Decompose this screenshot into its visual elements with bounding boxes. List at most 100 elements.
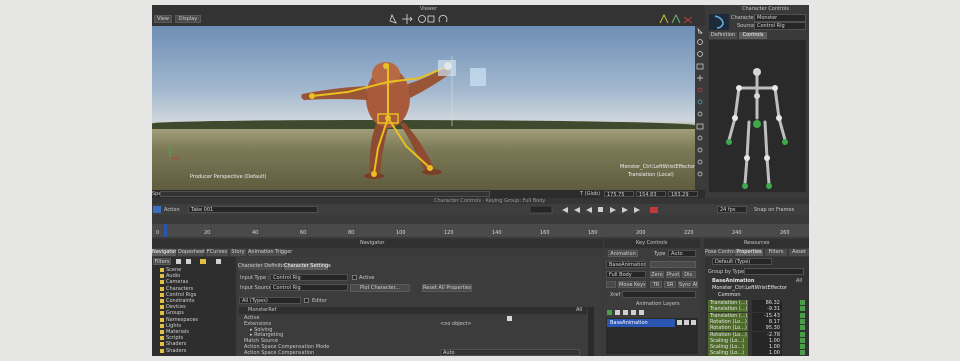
transform-value-field[interactable]: -2.78 bbox=[752, 331, 782, 338]
3d-viewport[interactable]: Producer Perspective (Default) Monster_C… bbox=[152, 26, 695, 190]
tab-asset[interactable]: Asset bbox=[789, 249, 809, 256]
transport-menu-button[interactable] bbox=[153, 206, 161, 213]
properties-filter-select[interactable]: All (Types) bbox=[239, 297, 301, 304]
transform-value-field[interactable]: 95.30 bbox=[752, 325, 782, 332]
snap-label[interactable]: Snap on Frames bbox=[754, 207, 794, 213]
character-figure[interactable] bbox=[709, 40, 806, 192]
key-lock-button[interactable] bbox=[650, 261, 696, 268]
tab-dopesheet[interactable]: Dopesheet bbox=[178, 249, 205, 256]
fps-select[interactable]: 24 fps bbox=[717, 206, 747, 213]
monster-character[interactable] bbox=[152, 26, 695, 190]
scene-tree-item[interactable]: Materials bbox=[160, 329, 189, 335]
resources-all-label[interactable]: All bbox=[796, 278, 802, 284]
transform-value-row[interactable]: Scaling (Lo...) 1.00 bbox=[708, 350, 808, 356]
transform-value-row[interactable]: Scaling (Lo...) 1.00 bbox=[708, 344, 808, 351]
filters-button[interactable]: Filters bbox=[153, 258, 171, 265]
transform-value-row[interactable]: Translation (...) -15.43 bbox=[708, 312, 808, 319]
transform-value-row[interactable]: Scaling (Lo...) 1.00 bbox=[708, 337, 808, 344]
right-foot-effector[interactable] bbox=[427, 165, 433, 171]
time-ruler[interactable] bbox=[152, 224, 809, 237]
tab-fcurves[interactable]: FCurves bbox=[206, 249, 228, 256]
playback-controls[interactable] bbox=[530, 206, 680, 214]
move-keys-button[interactable]: Move Keys bbox=[618, 281, 646, 288]
animatable-checkbox[interactable] bbox=[800, 350, 805, 356]
compensation-mode-select[interactable]: Auto bbox=[440, 349, 580, 356]
animatable-checkbox[interactable] bbox=[800, 318, 805, 324]
tab-navigator[interactable]: Navigator bbox=[152, 249, 176, 256]
scene-tree-item[interactable]: Characters bbox=[160, 286, 193, 292]
left-hand-effector[interactable] bbox=[309, 93, 315, 99]
tr-button[interactable]: TR bbox=[650, 281, 662, 288]
resources-tree-root[interactable]: BaseAnimation bbox=[712, 278, 754, 284]
tab-properties[interactable]: Properties bbox=[735, 249, 763, 256]
navigator-tool-icons[interactable] bbox=[176, 258, 234, 265]
animatable-checkbox[interactable] bbox=[800, 344, 805, 350]
coord-z-field[interactable]: 183.29 bbox=[668, 191, 698, 197]
transform-value-field[interactable]: -15.43 bbox=[752, 312, 782, 319]
tab-character-settings[interactable]: Character Settings bbox=[284, 263, 331, 270]
scene-tree-item[interactable]: Cameras bbox=[160, 279, 188, 285]
type-select[interactable]: Auto bbox=[668, 250, 696, 257]
view-mode-icons[interactable] bbox=[658, 13, 694, 25]
active-property-checkbox[interactable] bbox=[507, 316, 512, 321]
transform-value-field[interactable]: -9.31 bbox=[752, 306, 782, 313]
animatable-checkbox[interactable] bbox=[800, 300, 805, 305]
scene-tree-item[interactable]: Devices bbox=[160, 304, 186, 310]
tab-controls[interactable]: Controls bbox=[739, 32, 767, 39]
properties-scrollbar[interactable] bbox=[588, 307, 594, 356]
transform-value-row[interactable]: Translation (...) -9.31 bbox=[708, 306, 808, 313]
pivot-button[interactable]: Pivot bbox=[666, 271, 680, 278]
transform-value-field[interactable]: 1.00 bbox=[752, 337, 782, 344]
view-menu-button[interactable]: View bbox=[154, 15, 172, 23]
animatable-checkbox[interactable] bbox=[800, 325, 805, 331]
manipulator-toolbar[interactable] bbox=[388, 13, 452, 25]
plot-character-button[interactable]: Plot Character... bbox=[350, 284, 410, 292]
dis-button[interactable]: Dis. bbox=[682, 271, 696, 278]
object-type-select[interactable]: Default (Type) bbox=[712, 258, 772, 265]
transform-value-row[interactable]: Rotation (Lo...) 95.30 bbox=[708, 325, 808, 332]
hips-effector[interactable] bbox=[385, 115, 391, 121]
sync-all-button[interactable]: Sync All bbox=[678, 281, 698, 288]
time-cursor[interactable] bbox=[164, 224, 167, 237]
transform-value-row[interactable]: Rotation (Lo...) 8.17 bbox=[708, 318, 808, 325]
side-toolbar-icons[interactable] bbox=[695, 26, 705, 190]
coord-x-field[interactable]: 175.75 bbox=[604, 191, 634, 197]
animation-button[interactable]: Animation bbox=[608, 250, 638, 257]
scene-tree-item[interactable]: Shaders bbox=[160, 341, 186, 347]
transform-value-field[interactable]: 86.32 bbox=[752, 300, 782, 306]
scene-tree-item[interactable]: Audio bbox=[160, 273, 180, 279]
scene-tree-item[interactable]: Constraints bbox=[160, 298, 195, 304]
scene-tree-item[interactable]: Namespaces bbox=[160, 317, 198, 323]
group-filter-field[interactable] bbox=[744, 268, 804, 275]
animatable-checkbox[interactable] bbox=[800, 331, 805, 337]
animatable-checkbox[interactable] bbox=[800, 337, 805, 343]
speed-slider[interactable] bbox=[160, 191, 490, 197]
scene-tree-item[interactable]: Shaders bbox=[160, 348, 186, 354]
scene-tree-item[interactable]: Scripts bbox=[160, 335, 183, 341]
keying-mode-select[interactable]: Full Body bbox=[606, 271, 646, 278]
zero-button[interactable]: Zero bbox=[650, 271, 664, 278]
xref-field[interactable] bbox=[622, 291, 696, 298]
tab-animation-trigger[interactable]: Animation Trigger bbox=[248, 249, 292, 256]
properties-all-label[interactable]: All bbox=[576, 307, 582, 313]
reset-properties-button[interactable]: Reset All Properties bbox=[422, 284, 472, 292]
tab-definition[interactable]: Definition bbox=[709, 32, 737, 39]
property-row[interactable]: Action Space Compensation bbox=[244, 350, 314, 356]
transform-value-field[interactable]: 8.17 bbox=[752, 318, 782, 325]
scene-tree[interactable]: Scene Audio Cameras Characters Control Rigs C… bbox=[160, 267, 234, 355]
character-select[interactable]: Monster bbox=[754, 14, 806, 22]
animatable-checkbox[interactable] bbox=[800, 306, 805, 312]
sr-button[interactable]: SR bbox=[664, 281, 676, 288]
head-effector[interactable] bbox=[383, 63, 389, 69]
editor-checkbox[interactable] bbox=[304, 298, 309, 303]
input-type-select[interactable]: Control Rig bbox=[270, 274, 348, 281]
coord-y-field[interactable]: 154.83 bbox=[636, 191, 666, 197]
animatable-checkbox[interactable] bbox=[800, 312, 805, 318]
scene-tree-item[interactable]: Control Rigs bbox=[160, 292, 196, 298]
layer-state-icons[interactable] bbox=[677, 319, 697, 327]
tab-filters[interactable]: Filters bbox=[765, 249, 787, 256]
resources-tree-child[interactable]: Monster_Ctrl:LeftWristEffector bbox=[712, 285, 787, 291]
layer-select[interactable]: BaseAnimation bbox=[606, 261, 646, 268]
take-select[interactable]: Take 001 bbox=[188, 206, 318, 213]
transform-value-field[interactable]: 1.00 bbox=[752, 344, 782, 351]
